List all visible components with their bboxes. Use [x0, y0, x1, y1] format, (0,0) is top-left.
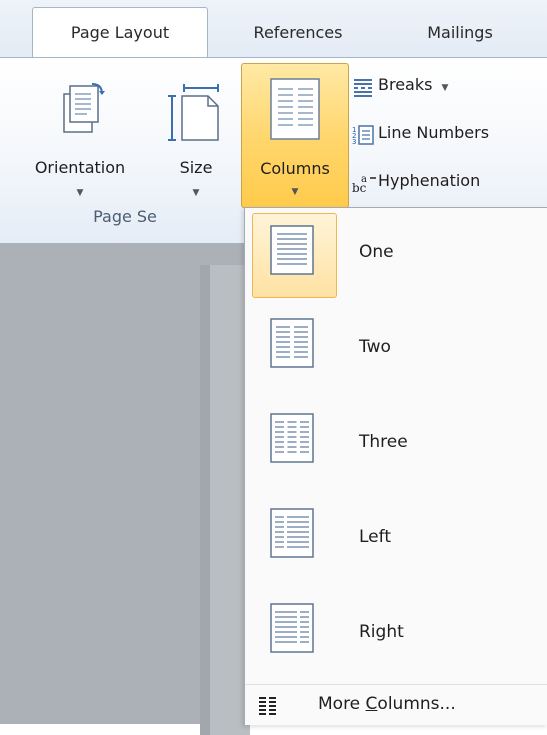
orientation-icon [63, 83, 105, 133]
right-column-icon [270, 603, 314, 653]
chevron-down-icon: ▼ [76, 188, 84, 198]
columns-option-right[interactable]: Right [245, 588, 547, 683]
menu-item-label: Left [359, 527, 391, 547]
menu-item-label: Two [359, 337, 391, 357]
more-columns-suffix: olumns... [377, 694, 456, 714]
menu-separator [245, 684, 547, 685]
more-columns-accelerator: C [365, 694, 378, 714]
columns-button[interactable]: Columns ▼ [241, 63, 349, 208]
line-numbers-button[interactable]: 123 Line Numbers [352, 117, 489, 149]
breaks-button[interactable]: Breaks ▼ [352, 69, 448, 101]
svg-text:3: 3 [352, 138, 356, 145]
document-area [0, 243, 250, 735]
line-numbers-label: Line Numbers [378, 123, 490, 142]
tab-references[interactable]: References [228, 18, 368, 58]
columns-icon [270, 78, 320, 140]
columns-label: Columns [260, 159, 330, 178]
orientation-button[interactable]: Orientation ▼ [12, 68, 148, 203]
hyphenation-button[interactable]: bc a Hyphenation [352, 165, 480, 197]
columns-option-one[interactable]: One [245, 208, 547, 303]
hyphenation-label: Hyphenation [378, 171, 481, 190]
menu-item-label: Right [359, 622, 404, 642]
tab-mailings[interactable]: Mailings [400, 18, 520, 58]
svg-text:a: a [361, 174, 367, 185]
more-columns-prefix: More [318, 694, 366, 714]
tab-page-layout[interactable]: Page Layout [32, 7, 208, 59]
chevron-down-icon: ▼ [192, 188, 200, 198]
columns-dropdown-menu: One Two Three Left Right More Columns... [244, 207, 547, 725]
more-columns-icon [259, 697, 276, 715]
line-numbers-icon: 123 [352, 124, 374, 146]
columns-option-left[interactable]: Left [245, 493, 547, 588]
hyphenation-icon: bc a [352, 172, 376, 195]
menu-item-label: One [359, 242, 394, 262]
page-shadow [200, 265, 210, 735]
orientation-label: Orientation [34, 158, 126, 177]
size-button[interactable]: Size ▼ [158, 68, 234, 203]
breaks-label: Breaks [378, 75, 433, 94]
size-label: Size [179, 158, 213, 177]
chevron-down-icon: ▼ [291, 187, 299, 197]
three-columns-icon [270, 413, 314, 463]
group-label-page-setup: Page Se [93, 207, 157, 226]
two-columns-icon [270, 318, 314, 368]
page-size-icon [168, 84, 219, 141]
left-column-icon [270, 508, 314, 558]
columns-option-three[interactable]: Three [245, 398, 547, 493]
breaks-icon [352, 76, 374, 97]
menu-item-label: Three [359, 432, 408, 452]
chevron-down-icon: ▼ [441, 83, 449, 93]
columns-option-two[interactable]: Two [245, 303, 547, 398]
more-columns-item[interactable]: More Columns... [245, 686, 547, 725]
menu-item-label: More Columns... [318, 694, 456, 714]
one-column-icon [270, 225, 314, 275]
ribbon-tab-bar: Page Layout References Mailings [0, 0, 547, 59]
